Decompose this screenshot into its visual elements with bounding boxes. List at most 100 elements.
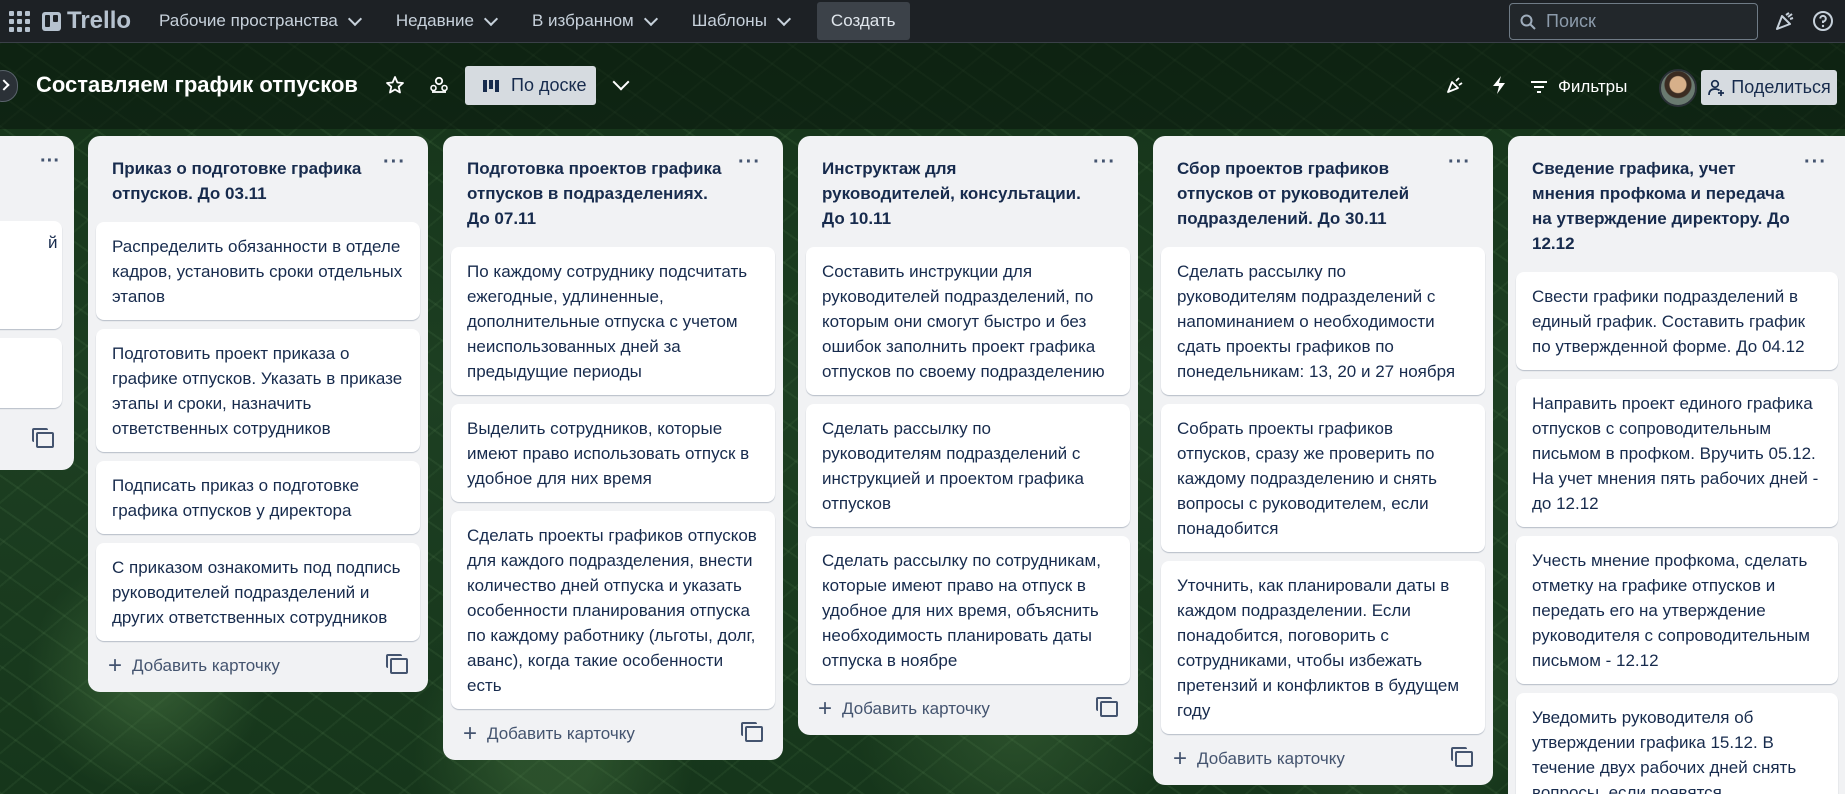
card-template-icon[interactable]	[32, 428, 54, 448]
board-view-icon	[483, 79, 501, 92]
card[interactable]: Учесть мнение профкома, сделать отметку …	[1516, 536, 1838, 684]
add-card-button[interactable]: + Добавить карточку	[1161, 743, 1485, 785]
card[interactable]: Подготовить проект приказа о графике отп…	[96, 329, 420, 452]
card[interactable]: Сделать рассылку по руководителям подраз…	[1161, 247, 1485, 395]
add-card-label: Добавить карточку	[842, 699, 990, 718]
list-title[interactable]: Сбор проектов графиков отпусков от руков…	[1161, 136, 1485, 231]
list: Инструктаж для руководителей, консультац…	[798, 136, 1138, 735]
list-title-text: Сбор проектов графиков отпусков от руков…	[1177, 159, 1410, 228]
menu-templates-label: Шаблоны	[691, 11, 767, 30]
chevron-down-icon	[776, 11, 791, 26]
list-menu-icon[interactable]: ···	[1093, 150, 1116, 175]
add-card-button[interactable]: + Добавить карточку	[451, 718, 775, 760]
card[interactable]: Свести графики подразделений в единый гр…	[1516, 272, 1838, 370]
list: Приказ о подготовке графика отпусков. До…	[88, 136, 428, 692]
board-view-button[interactable]: По доске	[465, 66, 596, 105]
card[interactable]: Направить проект единого графика отпуско…	[1516, 379, 1838, 527]
add-card-label: Добавить карточку	[487, 724, 635, 743]
card[interactable]: Выделить сотрудников, которые имеют прав…	[451, 404, 775, 502]
menu-recent-label: Недавние	[395, 11, 474, 30]
card-template-icon[interactable]	[1096, 697, 1118, 717]
card-partial[interactable]	[0, 338, 62, 408]
help-icon[interactable]	[1810, 8, 1836, 34]
menu-starred[interactable]: В избранном	[532, 11, 658, 31]
app-switcher-icon[interactable]	[8, 10, 30, 32]
card-partial-text: й	[48, 233, 58, 252]
add-card-label: Добавить карточку	[1197, 749, 1345, 768]
add-card-button[interactable]: + Добавить карточку	[96, 650, 420, 692]
list: Сведение графика, учет мнения профкома и…	[1508, 136, 1845, 794]
list-menu-icon[interactable]: ···	[383, 150, 406, 175]
card[interactable]: Сделать проекты графиков отпусков для ка…	[451, 511, 775, 709]
list: Подготовка проектов графика отпусков в п…	[443, 136, 783, 760]
chevron-down-icon[interactable]	[609, 73, 633, 97]
list-title-text: Приказ о подготовке графика отпусков. До…	[112, 159, 362, 203]
add-card-label: Добавить карточку	[132, 656, 280, 675]
list: Сбор проектов графиков отпусков от руков…	[1153, 136, 1493, 785]
create-button[interactable]: Создать	[816, 2, 910, 40]
filters-label: Фильтры	[1558, 77, 1628, 96]
trello-logo-icon	[42, 11, 61, 31]
share-button[interactable]: Поделиться	[1701, 70, 1837, 105]
list-menu-icon[interactable]: ···	[738, 150, 761, 175]
chevron-down-icon	[347, 11, 362, 26]
card[interactable]: Подписать приказ о подготовке графика от…	[96, 461, 420, 534]
list-partial: ··· й	[0, 136, 74, 470]
card-template-icon[interactable]	[1451, 747, 1473, 767]
whats-new-icon[interactable]	[1772, 8, 1798, 34]
workspace-visibility-icon[interactable]	[427, 73, 451, 97]
card[interactable]: Собрать проекты графиков отпусков, сразу…	[1161, 404, 1485, 552]
card[interactable]: По каждому сотруднику подсчитать ежегодн…	[451, 247, 775, 395]
add-member-icon	[1708, 79, 1725, 96]
chevron-down-icon	[643, 11, 658, 26]
card[interactable]: Распределить обязанности в отделе кадров…	[96, 222, 420, 320]
board-header: Составляем график отпусков По доске Филь…	[0, 43, 1845, 129]
card[interactable]: С приказом ознакомить под подпись руково…	[96, 543, 420, 641]
plus-icon: +	[818, 695, 833, 722]
list-menu-icon[interactable]: ···	[1804, 150, 1827, 175]
board-view-label: По доске	[511, 75, 587, 95]
automation-icon[interactable]	[1487, 73, 1511, 97]
list-title[interactable]: Инструктаж для руководителей, консультац…	[806, 136, 1130, 231]
star-icon[interactable]	[383, 73, 407, 97]
chevron-down-icon	[483, 11, 499, 26]
list-title-text: Подготовка проектов графика отпусков в п…	[467, 159, 722, 228]
list-menu-icon[interactable]: ···	[1448, 150, 1471, 175]
card[interactable]: Уведомить руководителя об утверждении гр…	[1516, 693, 1838, 794]
filter-icon	[1531, 81, 1547, 93]
plus-icon: +	[108, 652, 123, 679]
menu-workspaces[interactable]: Рабочие пространства	[159, 11, 362, 31]
card-partial[interactable]: й	[0, 221, 62, 329]
add-card-button[interactable]: + Добавить карточку	[806, 693, 1130, 735]
menu-templates[interactable]: Шаблоны	[691, 11, 791, 31]
filters-button[interactable]: Фильтры	[1530, 77, 1627, 97]
trello-logo[interactable]: Trello	[42, 7, 131, 35]
share-label: Поделиться	[1731, 77, 1831, 97]
card-template-icon[interactable]	[741, 722, 763, 742]
search-input[interactable]	[1544, 10, 1748, 33]
card-template-icon[interactable]	[386, 654, 408, 674]
plus-icon: +	[463, 720, 478, 747]
power-ups-icon[interactable]	[1443, 73, 1467, 97]
list-menu-icon[interactable]: ···	[40, 150, 60, 173]
list-title[interactable]: Подготовка проектов графика отпусков в п…	[451, 136, 775, 231]
list-title-text: Инструктаж для руководителей, консультац…	[822, 159, 1081, 228]
avatar[interactable]	[1659, 69, 1697, 107]
menu-workspaces-label: Рабочие пространства	[159, 11, 338, 30]
menu-starred-label: В избранном	[532, 11, 634, 30]
search-icon	[1520, 14, 1536, 30]
card[interactable]: Сделать рассылку по сотрудникам, которые…	[806, 536, 1130, 684]
plus-icon: +	[1173, 745, 1188, 772]
list-title[interactable]: Приказ о подготовке графика отпусков. До…	[96, 136, 420, 206]
top-navigation-bar: Trello Рабочие пространства Недавние В и…	[0, 0, 1845, 43]
expand-sidebar-button[interactable]	[0, 70, 18, 102]
card[interactable]: Сделать рассылку по руководителям подраз…	[806, 404, 1130, 527]
list-title-text: Сведение графика, учет мнения профкома и…	[1532, 159, 1790, 253]
list-title[interactable]: Сведение графика, учет мнения профкома и…	[1516, 136, 1837, 256]
menu-recent[interactable]: Недавние	[395, 11, 499, 31]
board-title[interactable]: Составляем график отпусков	[36, 72, 358, 98]
card[interactable]: Составить инструкции для руководителей п…	[806, 247, 1130, 395]
card[interactable]: Уточнить, как планировали даты в каждом …	[1161, 561, 1485, 734]
search-box[interactable]	[1509, 3, 1758, 40]
logo-text: Trello	[67, 7, 132, 34]
